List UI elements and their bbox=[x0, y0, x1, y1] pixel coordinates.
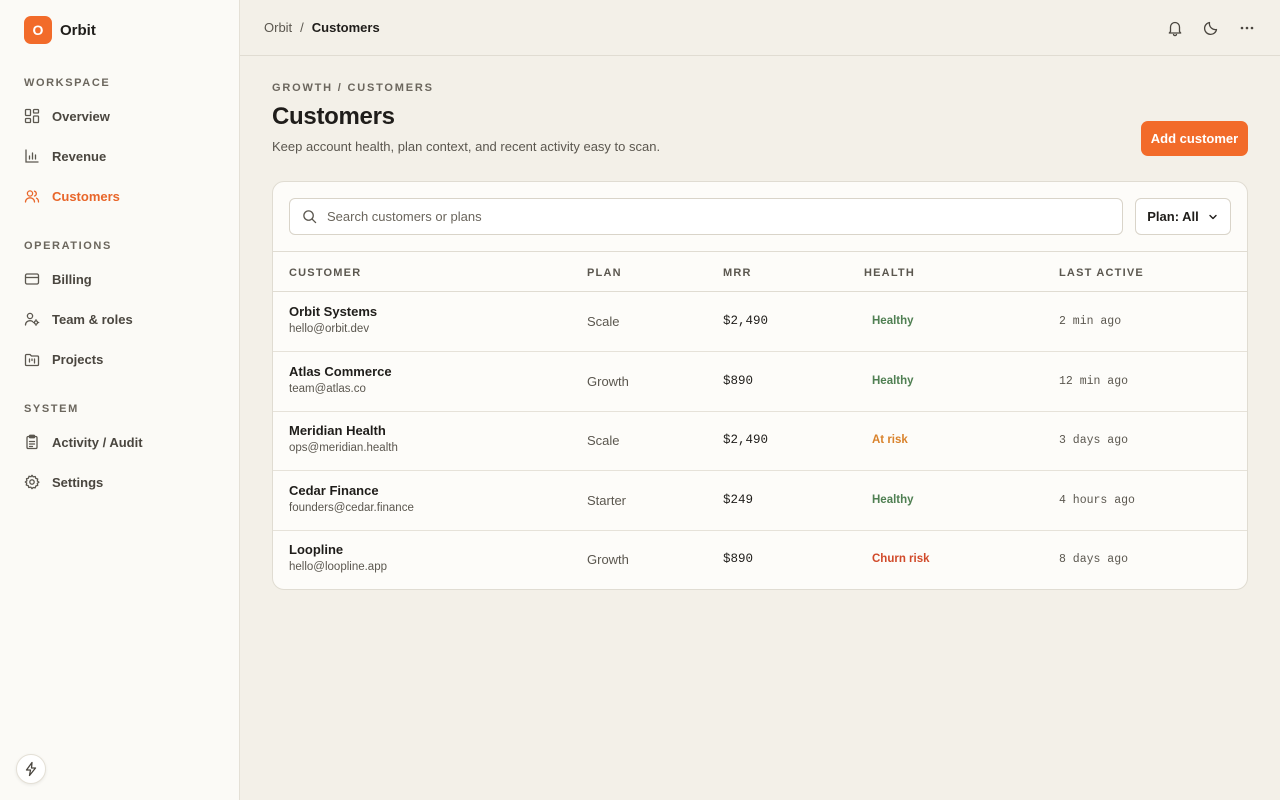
health-badge: Healthy bbox=[872, 494, 914, 506]
sidebar-item-customers[interactable]: Customers bbox=[24, 184, 224, 208]
customer-name: Loopline bbox=[289, 542, 344, 557]
mrr-cell: $249 bbox=[723, 493, 754, 507]
customer-name: Cedar Finance bbox=[289, 483, 379, 498]
sidebar-section-system: System bbox=[24, 403, 79, 415]
column-header-plan[interactable]: Plan bbox=[587, 267, 622, 279]
column-header-mrr[interactable]: MRR bbox=[723, 267, 752, 279]
health-badge: At risk bbox=[872, 434, 908, 446]
breadcrumb-separator: / bbox=[300, 20, 304, 35]
customers-card: Plan: All Customer Plan MRR Health Last … bbox=[272, 181, 1248, 590]
health-badge: Healthy bbox=[872, 315, 914, 327]
moon-icon[interactable] bbox=[1202, 19, 1220, 37]
more-horizontal-icon[interactable] bbox=[1238, 19, 1256, 37]
sidebar-item-overview[interactable]: Overview bbox=[24, 104, 224, 128]
plan-filter-label: Plan: All bbox=[1147, 209, 1199, 224]
sidebar-item-settings[interactable]: Settings bbox=[24, 470, 224, 494]
table-row[interactable]: Atlas Commerce team@atlas.co Growth $890… bbox=[273, 352, 1247, 412]
sidebar-section-operations: Operations bbox=[24, 240, 112, 252]
customer-cell: Cedar Finance founders@cedar.finance bbox=[289, 483, 414, 514]
plan-filter-select[interactable]: Plan: All bbox=[1135, 198, 1231, 235]
page-title: Customers bbox=[272, 103, 395, 130]
breadcrumb-current: Customers bbox=[311, 20, 380, 35]
plan-cell: Starter bbox=[587, 493, 627, 508]
last-active-cell: 3 days ago bbox=[1059, 434, 1129, 447]
quick-action-button[interactable] bbox=[16, 754, 46, 784]
credit-card-icon bbox=[24, 273, 40, 285]
search-icon bbox=[303, 210, 317, 224]
column-header-customer[interactable]: Customer bbox=[289, 267, 361, 279]
customer-email: founders@cedar.finance bbox=[289, 502, 414, 514]
page-eyebrow: GROWTH / CUSTOMERS bbox=[272, 82, 434, 94]
customer-cell: Atlas Commerce team@atlas.co bbox=[289, 364, 392, 395]
last-active-cell: 8 days ago bbox=[1059, 553, 1129, 566]
plan-cell: Growth bbox=[587, 552, 629, 567]
users-icon bbox=[24, 190, 40, 203]
sidebar-item-label: Activity / Audit bbox=[52, 434, 143, 450]
breadcrumb-root[interactable]: Orbit bbox=[264, 20, 292, 35]
bell-icon[interactable] bbox=[1166, 19, 1184, 37]
customer-cell: Orbit Systems hello@orbit.dev bbox=[289, 304, 377, 335]
mrr-cell: $890 bbox=[723, 374, 754, 388]
sidebar-item-label: Customers bbox=[52, 188, 120, 204]
chevron-down-icon bbox=[1209, 214, 1217, 219]
gear-icon bbox=[24, 474, 40, 490]
table-row[interactable]: Meridian Health ops@meridian.health Scal… bbox=[273, 411, 1247, 471]
search-input[interactable] bbox=[327, 209, 1122, 224]
sidebar-item-activity-audit[interactable]: Activity / Audit bbox=[24, 430, 224, 454]
customer-name: Atlas Commerce bbox=[289, 364, 392, 379]
customer-name: Meridian Health bbox=[289, 423, 386, 438]
sidebar-item-team-roles[interactable]: Team & roles bbox=[24, 307, 224, 331]
sidebar-item-billing[interactable]: Billing bbox=[24, 267, 224, 291]
sidebar: O Orbit Workspace Overview Revenue Custo… bbox=[0, 0, 240, 800]
plan-cell: Scale bbox=[587, 433, 620, 448]
sidebar-item-label: Billing bbox=[52, 271, 92, 287]
last-active-cell: 2 min ago bbox=[1059, 315, 1122, 328]
dashboard-icon bbox=[24, 108, 40, 124]
customer-cell: Loopline hello@loopline.app bbox=[289, 542, 387, 573]
table-row[interactable]: Loopline hello@loopline.app Growth $890 … bbox=[273, 530, 1247, 589]
topbar-actions bbox=[1166, 19, 1256, 37]
sidebar-section-workspace: Workspace bbox=[24, 77, 111, 89]
clipboard-icon bbox=[26, 434, 38, 450]
search-box[interactable] bbox=[289, 198, 1123, 235]
table-header: Customer Plan MRR Health Last active bbox=[273, 251, 1247, 292]
sidebar-item-label: Team & roles bbox=[52, 311, 133, 327]
customer-name: Orbit Systems bbox=[289, 304, 378, 319]
sidebar-item-revenue[interactable]: Revenue bbox=[24, 144, 224, 168]
topbar: Orbit / Customers bbox=[240, 0, 1280, 56]
mrr-cell: $2,490 bbox=[723, 314, 769, 328]
mrr-cell: $890 bbox=[723, 552, 754, 566]
brand-logo: O bbox=[24, 16, 52, 44]
mrr-cell: $2,490 bbox=[723, 433, 769, 447]
column-header-last-active[interactable]: Last active bbox=[1059, 267, 1144, 279]
customer-email: team@atlas.co bbox=[289, 383, 366, 395]
add-customer-button[interactable]: Add customer bbox=[1141, 121, 1248, 156]
sidebar-item-label: Projects bbox=[52, 351, 104, 367]
sidebar-item-label: Revenue bbox=[52, 148, 107, 164]
user-cog-icon bbox=[24, 312, 40, 326]
sidebar-item-projects[interactable]: Projects bbox=[24, 347, 224, 371]
table-row[interactable]: Orbit Systems hello@orbit.dev Scale $2,4… bbox=[273, 292, 1247, 352]
plan-cell: Scale bbox=[587, 314, 620, 329]
sidebar-item-label: Settings bbox=[52, 474, 104, 490]
last-active-cell: 12 min ago bbox=[1059, 375, 1129, 388]
health-badge: Churn risk bbox=[872, 553, 930, 565]
sidebar-item-label: Overview bbox=[52, 108, 110, 124]
column-header-health[interactable]: Health bbox=[864, 267, 915, 279]
brand[interactable]: O Orbit bbox=[24, 16, 96, 44]
health-badge: Healthy bbox=[872, 375, 914, 387]
customer-cell: Meridian Health ops@meridian.health bbox=[289, 423, 398, 454]
bar-chart-icon bbox=[25, 149, 39, 163]
plan-cell: Growth bbox=[587, 374, 629, 389]
customer-email: hello@loopline.app bbox=[289, 561, 387, 573]
bolt-icon bbox=[25, 761, 37, 777]
breadcrumb: Orbit / Customers bbox=[264, 20, 380, 35]
folder-kanban-icon bbox=[24, 353, 40, 367]
last-active-cell: 4 hours ago bbox=[1059, 494, 1135, 507]
page-subtitle: Keep account health, plan context, and r… bbox=[272, 139, 661, 154]
brand-name: Orbit bbox=[60, 21, 96, 39]
customer-email: ops@meridian.health bbox=[289, 442, 398, 454]
customer-email: hello@orbit.dev bbox=[289, 323, 370, 335]
table-row[interactable]: Cedar Finance founders@cedar.finance Sta… bbox=[273, 471, 1247, 531]
